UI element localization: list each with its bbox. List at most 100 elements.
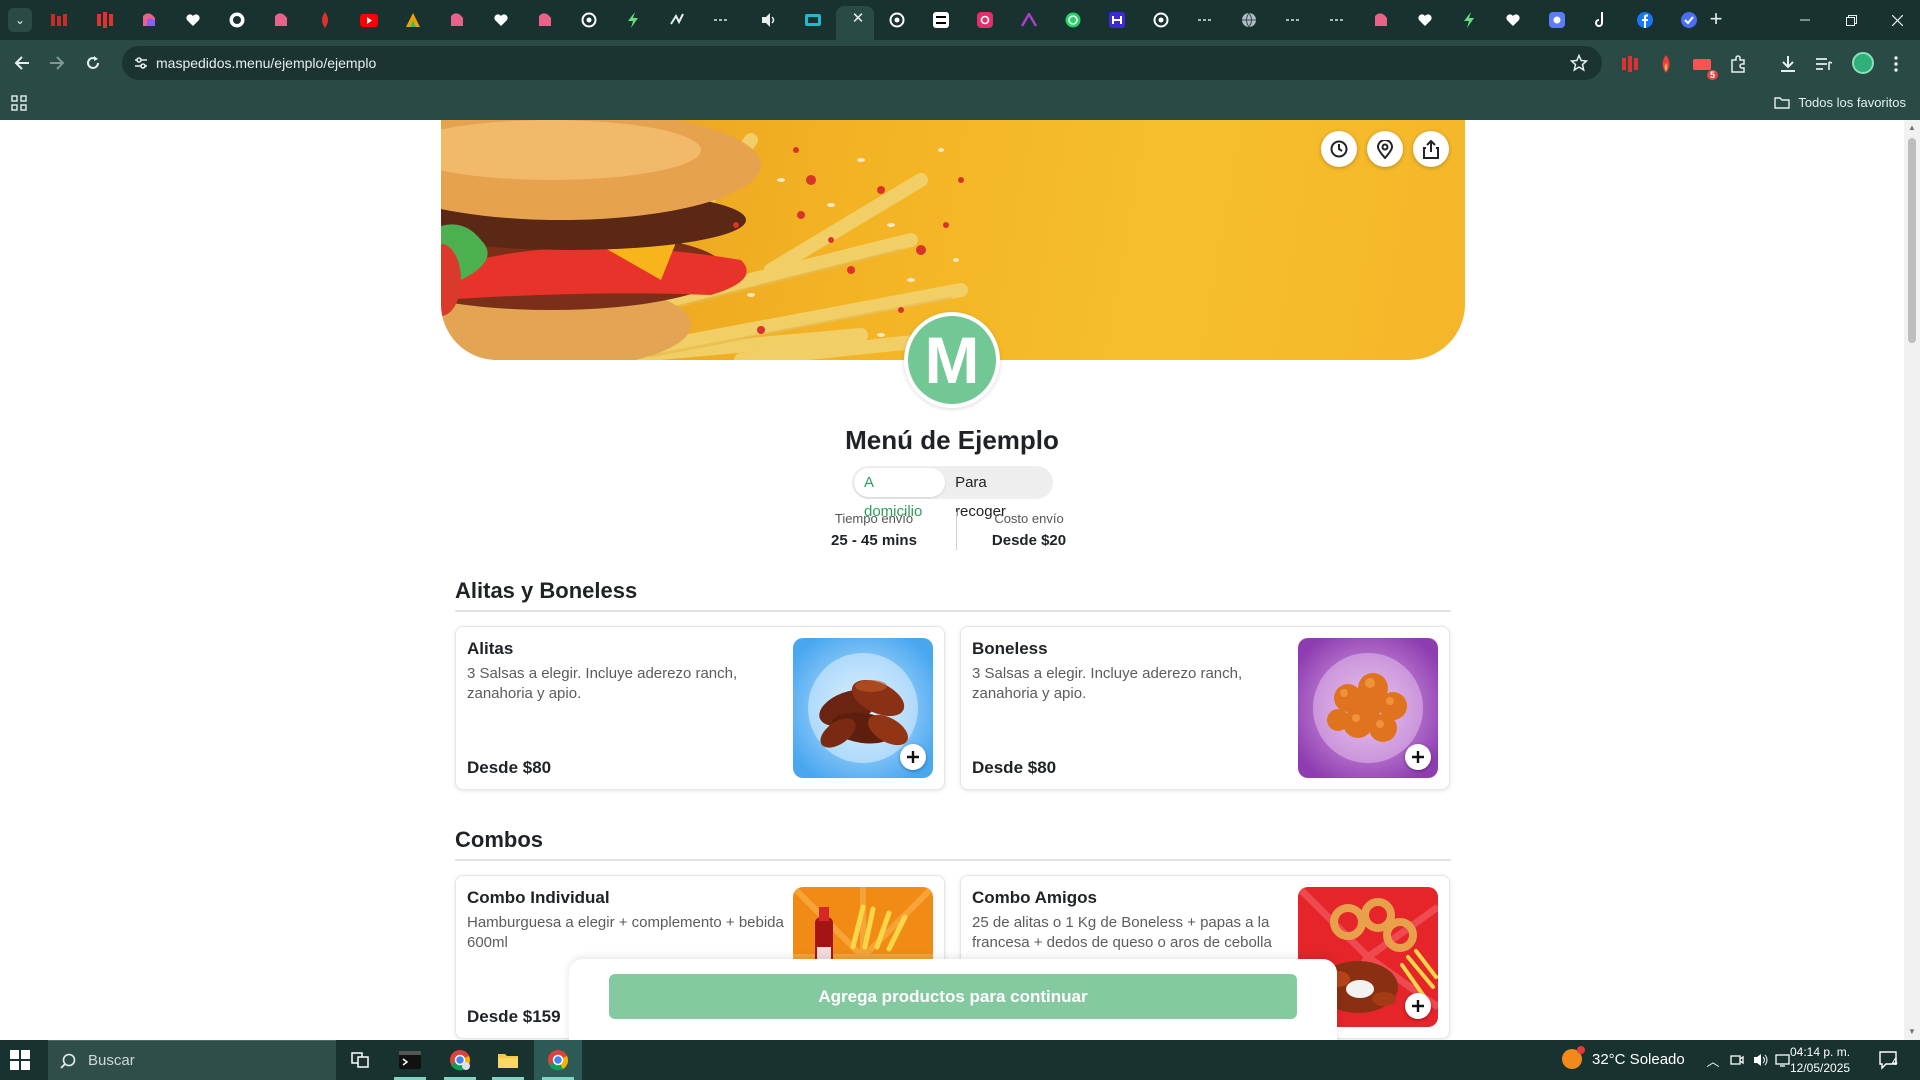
restore-button[interactable] xyxy=(1828,0,1874,40)
speaker-icon[interactable] xyxy=(758,9,780,31)
globe-icon[interactable] xyxy=(1238,9,1260,31)
tab-favicon-icon[interactable] xyxy=(94,9,116,31)
add-to-cart-button[interactable] xyxy=(1405,744,1431,770)
tab-favicon-icon[interactable] xyxy=(1018,9,1040,31)
mode-pickup-option[interactable]: Para recoger xyxy=(945,468,1051,520)
task-view-icon xyxy=(351,1052,369,1068)
share-button[interactable] xyxy=(1413,131,1449,167)
page-scrollbar[interactable]: ▲ ▼ xyxy=(1904,120,1920,1040)
flame-icon[interactable] xyxy=(314,9,336,31)
openai-icon[interactable] xyxy=(886,9,908,31)
flame-extension-icon[interactable] xyxy=(1656,54,1676,74)
continue-button[interactable]: Agrega productos para continuar xyxy=(609,974,1297,1019)
terminal-app[interactable] xyxy=(386,1040,434,1080)
tiktok-icon[interactable] xyxy=(1590,9,1612,31)
taskbar-search[interactable]: Buscar xyxy=(48,1040,336,1080)
tab-favicon-icon[interactable] xyxy=(1106,9,1128,31)
task-view-button[interactable] xyxy=(336,1040,384,1080)
chrome-app-active[interactable] xyxy=(534,1040,582,1080)
browser-menu-icon[interactable] xyxy=(1886,54,1906,74)
apps-grid-icon[interactable] xyxy=(11,95,27,111)
location-button[interactable] xyxy=(1367,131,1403,167)
tab-favicon-icon[interactable] xyxy=(930,9,952,31)
heart-icon[interactable] xyxy=(1414,9,1436,31)
tab-favicon-icon[interactable] xyxy=(1678,9,1700,31)
tray-overflow-icon[interactable]: ︿ xyxy=(1704,1051,1722,1069)
product-card-boneless[interactable]: Boneless 3 Salsas a elegir. Incluye ader… xyxy=(960,626,1450,790)
chrome-profile-app[interactable] xyxy=(436,1040,484,1080)
whatsapp-icon[interactable] xyxy=(1062,9,1084,31)
back-button[interactable] xyxy=(10,51,34,75)
facebook-icon[interactable] xyxy=(1634,9,1656,31)
close-window-button[interactable] xyxy=(1874,0,1920,40)
section-divider xyxy=(455,610,1451,612)
instagram-icon[interactable] xyxy=(974,9,996,31)
address-bar[interactable]: maspedidos.menu/ejemplo/ejemplo xyxy=(122,46,1602,80)
delivery-cost-stat: Costo envío Desde $20 xyxy=(964,511,1094,549)
bolt-icon[interactable] xyxy=(1458,9,1480,31)
tab-favicon-icon[interactable] xyxy=(1546,9,1568,31)
scroll-down-icon[interactable]: ▼ xyxy=(1907,1027,1917,1037)
add-to-cart-button[interactable] xyxy=(900,744,926,770)
media-control-icon[interactable] xyxy=(1814,54,1834,74)
mode-delivery-option[interactable]: A domicilio xyxy=(854,468,946,520)
downloads-icon[interactable] xyxy=(1778,54,1798,74)
all-bookmarks-folder[interactable]: Todos los favoritos xyxy=(1774,95,1906,110)
tab-favicon-icon[interactable] xyxy=(666,9,688,31)
product-price: Desde $80 xyxy=(467,758,552,777)
schedule-button[interactable] xyxy=(1321,131,1357,167)
heart-icon[interactable] xyxy=(182,9,204,31)
scroll-thumb[interactable] xyxy=(1908,138,1916,343)
taskbar-search-placeholder: Buscar xyxy=(88,1052,135,1069)
close-tab-icon[interactable]: ✕ xyxy=(848,9,868,29)
tab-favicon-icon[interactable] xyxy=(802,9,824,31)
heart-icon[interactable] xyxy=(490,9,512,31)
link-icon[interactable] xyxy=(1194,9,1216,31)
reload-button[interactable] xyxy=(81,51,105,75)
add-to-cart-button[interactable] xyxy=(1405,993,1431,1019)
new-tab-button[interactable]: + xyxy=(1704,8,1728,32)
folder-icon xyxy=(1774,97,1791,109)
extension-icon[interactable] xyxy=(1620,54,1640,74)
delivery-time-label: Tiempo envío xyxy=(834,511,914,526)
url-text[interactable]: maspedidos.menu/ejemplo/ejemplo xyxy=(156,55,376,71)
profile-avatar[interactable] xyxy=(1852,52,1874,74)
minimize-button[interactable] xyxy=(1782,0,1828,40)
notification-center-button[interactable]: 4 xyxy=(1878,1050,1900,1070)
github-icon[interactable] xyxy=(226,9,248,31)
windows-logo-icon xyxy=(10,1050,30,1070)
openai-icon[interactable] xyxy=(1150,9,1172,31)
meet-now-icon[interactable] xyxy=(1728,1051,1746,1069)
map-pin-icon xyxy=(1377,139,1393,159)
system-clock[interactable]: 04:14 p. m. 12/05/2025 xyxy=(1790,1044,1850,1076)
site-info-icon[interactable] xyxy=(132,54,150,72)
tab-favicon-icon[interactable] xyxy=(138,9,160,31)
tab-favicon-icon[interactable] xyxy=(402,9,424,31)
start-button[interactable] xyxy=(10,1050,32,1072)
puzzle-extensions-icon[interactable] xyxy=(1728,54,1748,74)
link-icon[interactable] xyxy=(1282,9,1304,31)
heart-icon[interactable] xyxy=(1502,9,1524,31)
clock-time: 04:14 p. m. xyxy=(1790,1045,1851,1059)
bolt-icon[interactable] xyxy=(622,9,644,31)
bookmark-star-icon[interactable] xyxy=(1569,53,1589,72)
forward-button[interactable] xyxy=(45,51,69,75)
link-icon[interactable] xyxy=(710,9,732,31)
tab-favicon-icon[interactable] xyxy=(270,9,292,31)
extension-with-badge-icon[interactable]: 5 xyxy=(1692,54,1718,80)
youtube-icon[interactable] xyxy=(358,9,380,31)
scroll-up-icon[interactable]: ▲ xyxy=(1907,123,1917,133)
openai-icon[interactable] xyxy=(578,9,600,31)
product-card-alitas[interactable]: Alitas 3 Salsas a elegir. Incluye aderez… xyxy=(455,626,945,790)
tab-favicon-icon[interactable] xyxy=(48,9,70,31)
volume-icon[interactable] xyxy=(1752,1051,1770,1069)
weather-widget[interactable]: 32°C Soleado xyxy=(1562,1046,1685,1069)
link-icon[interactable] xyxy=(1326,9,1348,31)
search-icon xyxy=(60,1053,76,1069)
tab-strip: ⌄ ✕ + xyxy=(0,0,1920,40)
file-explorer-app[interactable] xyxy=(484,1040,532,1080)
tab-favicon-icon[interactable] xyxy=(534,9,556,31)
tab-favicon-icon[interactable] xyxy=(1370,9,1392,31)
tab-search-button[interactable]: ⌄ xyxy=(8,8,32,32)
tab-favicon-icon[interactable] xyxy=(446,9,468,31)
